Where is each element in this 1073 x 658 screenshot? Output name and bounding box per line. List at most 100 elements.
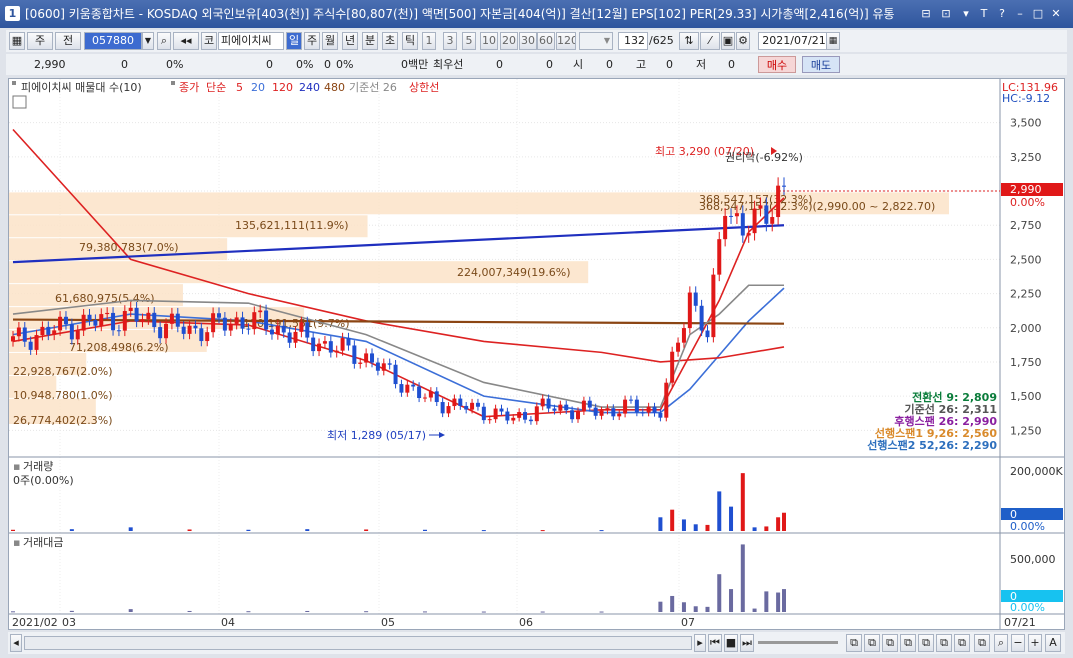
candle-body (46, 326, 51, 335)
period-tick[interactable]: 틱 (402, 32, 418, 50)
window-f-icon[interactable]: ⧉ (936, 634, 952, 652)
window-c-icon[interactable]: ⧉ (882, 634, 898, 652)
volume-bar (11, 529, 15, 531)
volume-bar (705, 524, 710, 531)
candle-body (293, 331, 298, 343)
period-minute[interactable]: 분 (362, 32, 378, 50)
legend-ma-480: 480 (324, 81, 345, 94)
period-year[interactable]: 년 (342, 32, 358, 50)
buy-button[interactable]: 매수 (758, 56, 796, 73)
help-icon[interactable]: ? (994, 6, 1010, 22)
window-d-icon[interactable]: ⧉ (900, 634, 916, 652)
stock-code-input[interactable]: 057880 (84, 32, 142, 50)
amount-bar (658, 601, 663, 612)
sell-button[interactable]: 매도 (802, 56, 840, 73)
candle-body (370, 353, 375, 363)
candle-body (523, 412, 528, 420)
last-icon[interactable]: ⏭ (740, 634, 754, 652)
chart-area[interactable]: 368,547,157(32.3%) 135,621,111(11.9%) 79,3… (8, 78, 1065, 630)
candle-body (393, 364, 398, 385)
window-h-icon[interactable]: ⧉ (974, 634, 990, 652)
date-input[interactable]: 2021/07/21 (758, 32, 830, 50)
volume-current-pct: 0.00% (1010, 520, 1045, 533)
interval-120[interactable]: 120 (556, 32, 576, 50)
custom-interval-select[interactable]: ▼ (579, 32, 613, 50)
volume-ymax: 200,000K (1010, 465, 1063, 478)
candle-body (723, 215, 728, 240)
price-tick-label: 1,500 (1010, 390, 1042, 403)
window-b-icon[interactable]: ⧉ (864, 634, 880, 652)
amount-bar (481, 611, 486, 613)
scroll-right-icon[interactable]: ▸ (694, 634, 706, 652)
interval-20[interactable]: 20 (500, 32, 518, 50)
speaker-icon[interactable]: ◂◂ (173, 32, 199, 50)
candle-body (417, 386, 422, 399)
change-value: 0 (121, 58, 128, 71)
auto-scale-button[interactable]: A (1045, 634, 1061, 652)
stop-icon[interactable]: ■ (724, 634, 738, 652)
zoom-in-button[interactable]: + (1028, 634, 1042, 652)
interval-60[interactable]: 60 (537, 32, 555, 50)
volume-bar (540, 530, 545, 532)
candle-body (352, 345, 357, 364)
minimize-button[interactable]: – (1012, 6, 1028, 22)
search-icon[interactable]: ⌕ (157, 32, 171, 50)
text-icon[interactable]: T (976, 6, 992, 22)
chart-canvas[interactable]: 368,547,157(32.3%)135,621,111(11.9%)79,3… (9, 79, 1064, 629)
grid-icon[interactable]: ▦ (9, 32, 25, 50)
candle-body (140, 319, 145, 322)
window-e-icon[interactable]: ⧉ (918, 634, 934, 652)
indicator-icon[interactable]: ⁄ (700, 32, 720, 50)
calendar-icon[interactable]: ▦ (826, 32, 840, 50)
prev-select[interactable]: 전 (55, 32, 81, 50)
period-day[interactable]: 일 (286, 32, 302, 50)
candle-body (446, 406, 451, 414)
candle-body (517, 412, 522, 418)
window-g-icon[interactable]: ⧉ (954, 634, 970, 652)
period-second[interactable]: 초 (382, 32, 398, 50)
candle-body (11, 336, 15, 342)
compare-icon[interactable]: ⇅ (679, 32, 699, 50)
zoom-out-button[interactable]: − (1011, 634, 1025, 652)
scroll-track[interactable] (24, 636, 692, 650)
window-tile-icon[interactable]: ⊟ (918, 6, 934, 22)
high-value: 0 (666, 58, 673, 71)
candle-body (711, 274, 716, 338)
stock-name-field[interactable]: 피에이치씨 (218, 32, 284, 50)
period-month[interactable]: 월 (322, 32, 338, 50)
dropdown-icon[interactable]: ▾ (958, 6, 974, 22)
interval-1[interactable]: 1 (422, 32, 436, 50)
interval-3[interactable]: 3 (443, 32, 457, 50)
period-week[interactable]: 주 (304, 32, 320, 50)
zoom-slider[interactable] (758, 641, 838, 644)
low-label: 저 (696, 58, 707, 71)
settings-icon[interactable]: ⚙ (736, 32, 750, 50)
weekly-toggle[interactable]: 주 (27, 32, 53, 50)
amount-ymax: 500,000 (1010, 553, 1056, 566)
name-prefix-button[interactable]: 코 (201, 32, 217, 50)
table-icon[interactable] (12, 95, 27, 109)
low-value: 0 (728, 58, 735, 71)
interval-10[interactable]: 10 (480, 32, 498, 50)
bar-count-input[interactable]: 132 (618, 32, 648, 50)
interval-5[interactable]: 5 (462, 32, 476, 50)
volume-value: 0주(0.00%) (13, 474, 74, 487)
window-restore-icon[interactable]: ⊡ (938, 6, 954, 22)
volume-bar (128, 527, 133, 531)
candle-body (22, 327, 27, 342)
zoom-search-icon[interactable]: ⌕ (994, 634, 1008, 652)
ichimoku-label: 선행스팬2 52,26: 2,290 (867, 438, 997, 452)
volume-profile-label: 79,380,783(7.0%) (79, 241, 179, 254)
candle-body (158, 327, 163, 339)
code-dropdown-icon[interactable]: ▼ (142, 32, 154, 50)
interval-30[interactable]: 30 (519, 32, 537, 50)
candle-body (505, 411, 510, 421)
window-a-icon[interactable]: ⧉ (846, 634, 862, 652)
first-icon[interactable]: ⏮ (708, 634, 722, 652)
legend-ma-20: 20 (251, 81, 265, 94)
close-button[interactable]: ✕ (1048, 6, 1064, 22)
maximize-button[interactable]: □ (1030, 6, 1046, 22)
scroll-left-icon[interactable]: ◂ (10, 634, 22, 652)
save-icon[interactable]: ▣ (721, 32, 735, 50)
candle-body (63, 316, 68, 325)
